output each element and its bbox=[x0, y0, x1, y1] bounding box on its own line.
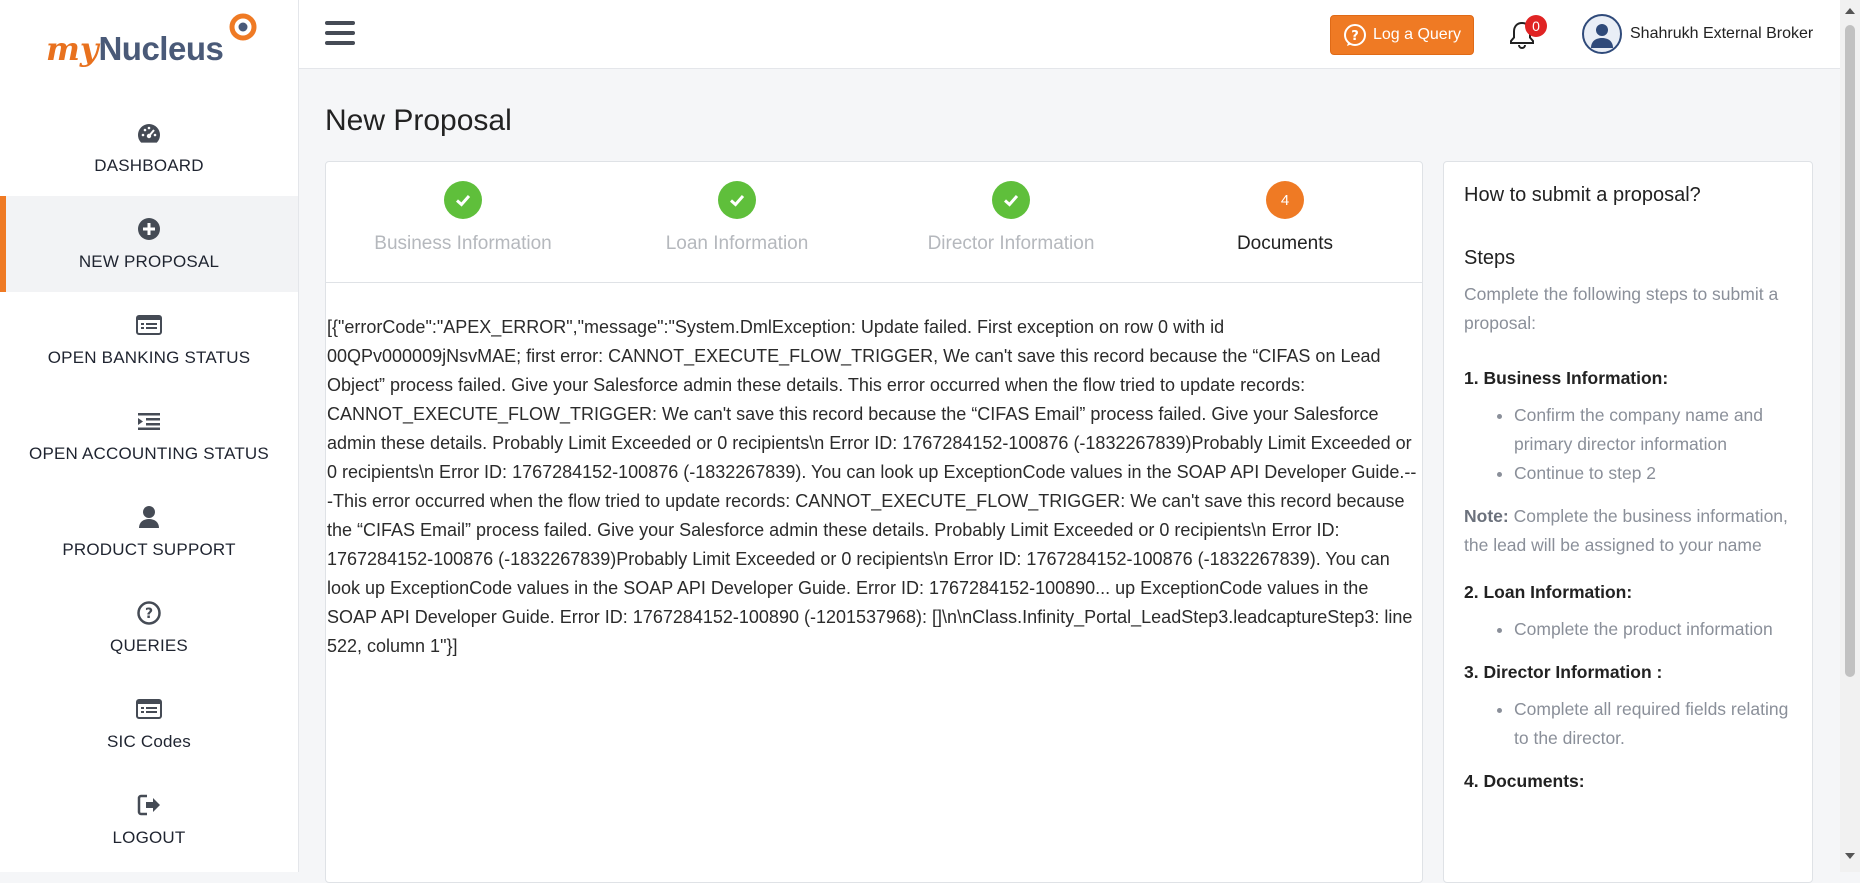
sidebar-item-label: NEW PROPOSAL bbox=[78, 252, 220, 271]
step-documents[interactable]: 4 Documents bbox=[1148, 181, 1422, 255]
scroll-down-icon[interactable] bbox=[1845, 853, 1855, 859]
step-label: Loan Information bbox=[665, 233, 809, 254]
sidebar-item-dashboard[interactable]: DASHBOARD bbox=[0, 100, 298, 196]
log-query-button[interactable]: ? Log a Query bbox=[1330, 15, 1474, 55]
help-content: Complete the following steps to submit a… bbox=[1464, 280, 1794, 804]
sidebar-item-sic-codes[interactable]: SIC Codes bbox=[0, 676, 298, 772]
sidebar-item-logout[interactable]: LOGOUT bbox=[0, 772, 298, 868]
step-complete-icon bbox=[444, 181, 482, 219]
page-title: New Proposal bbox=[325, 104, 512, 137]
step-loan-information[interactable]: Loan Information bbox=[600, 181, 874, 255]
dashboard-icon bbox=[136, 120, 162, 146]
sidebar-item-label: PRODUCT SUPPORT bbox=[62, 540, 236, 559]
help-bullet-list: Confirm the company name and primary dir… bbox=[1464, 401, 1794, 488]
sidebar-item-label: DASHBOARD bbox=[94, 156, 204, 175]
sidebar-item-label: LOGOUT bbox=[112, 828, 186, 847]
scrollbar-thumb[interactable] bbox=[1845, 25, 1855, 677]
sidebar-item-open-banking-status[interactable]: OPEN BANKING STATUS bbox=[0, 292, 298, 388]
help-title: How to submit a proposal? bbox=[1464, 184, 1701, 206]
sidebar-item-label: OPEN ACCOUNTING STATUS bbox=[29, 444, 269, 463]
step-label: Documents bbox=[1236, 233, 1334, 254]
question-bubble-icon: ? bbox=[1343, 24, 1366, 46]
help-section-heading: 2. Loan Information: bbox=[1464, 582, 1633, 602]
user-name: Shahrukh External Broker bbox=[1630, 25, 1814, 42]
help-section-heading: 1. Business Information: bbox=[1464, 368, 1669, 388]
log-query-label: Log a Query bbox=[1372, 26, 1462, 43]
user-icon bbox=[136, 504, 162, 530]
notification-count-badge: 0 bbox=[1525, 15, 1547, 37]
help-panel: How to submit a proposal? Steps Complete… bbox=[1443, 161, 1813, 883]
sign-out-icon bbox=[136, 792, 162, 818]
step-business-information[interactable]: Business Information bbox=[326, 181, 600, 255]
question-circle-icon: ? bbox=[136, 600, 162, 626]
step-label: Business Information bbox=[374, 233, 552, 254]
app-logo[interactable]: myNucleus bbox=[46, 12, 266, 68]
help-bullet: Continue to step 2 bbox=[1514, 459, 1794, 488]
user-avatar-icon bbox=[1591, 24, 1613, 48]
help-steps-heading: Steps bbox=[1464, 247, 1516, 269]
help-section-heading: 4. Documents: bbox=[1464, 771, 1585, 791]
page-scrollbar[interactable] bbox=[1840, 0, 1860, 872]
sidebar-item-label: QUERIES bbox=[110, 636, 188, 655]
svg-text:?: ? bbox=[1351, 29, 1359, 44]
user-menu[interactable]: Shahrukh External Broker bbox=[1582, 14, 1813, 54]
help-bullet: Confirm the company name and primary dir… bbox=[1514, 401, 1794, 459]
stepper: Business Information Loan Information Di… bbox=[326, 162, 1422, 283]
menu-toggle-icon[interactable] bbox=[325, 21, 355, 47]
step-number: 4 bbox=[1266, 181, 1304, 219]
sidebar-item-label: SIC Codes bbox=[106, 732, 191, 751]
help-bullet: Complete the product information bbox=[1514, 615, 1794, 644]
help-note: Note: Complete the business information,… bbox=[1464, 506, 1788, 555]
logo-mark-icon bbox=[229, 13, 257, 41]
help-bullet-list: Complete the product information bbox=[1464, 615, 1794, 644]
top-bar: ? Log a Query 0 Shahrukh External Broker bbox=[299, 0, 1840, 69]
help-bullet: Complete all required fields relating to… bbox=[1514, 695, 1794, 753]
plus-circle-icon bbox=[136, 216, 162, 242]
step-director-information[interactable]: Director Information bbox=[874, 181, 1148, 255]
list-card-icon bbox=[136, 696, 162, 722]
help-intro: Complete the following steps to submit a… bbox=[1464, 284, 1779, 333]
logo-wordmark: myNucleus bbox=[46, 30, 224, 68]
sidebar-item-label: OPEN BANKING STATUS bbox=[47, 348, 251, 367]
help-section-heading: 3. Director Information : bbox=[1464, 662, 1663, 682]
list-card-icon bbox=[136, 312, 162, 338]
scroll-up-icon[interactable] bbox=[1845, 8, 1855, 14]
sidebar-item-open-accounting-status[interactable]: OPEN ACCOUNTING STATUS bbox=[0, 388, 298, 484]
sidebar-item-product-support[interactable]: PRODUCT SUPPORT bbox=[0, 484, 298, 580]
error-message: [{"errorCode":"APEX_ERROR","message":"Sy… bbox=[327, 317, 1417, 656]
step-label: Director Information bbox=[927, 233, 1095, 254]
step-complete-icon bbox=[718, 181, 756, 219]
help-bullet-list: Complete all required fields relating to… bbox=[1464, 695, 1794, 753]
avatar bbox=[1582, 14, 1622, 54]
indent-icon bbox=[136, 408, 162, 434]
svg-text:?: ? bbox=[145, 606, 153, 622]
sidebar-item-queries[interactable]: ? QUERIES bbox=[0, 580, 298, 676]
sidebar: myNucleus DASHBOARD NEW PROPOSAL OPEN BA… bbox=[0, 0, 299, 872]
sidebar-item-new-proposal[interactable]: NEW PROPOSAL bbox=[0, 196, 298, 292]
proposal-card: Business Information Loan Information Di… bbox=[325, 161, 1423, 883]
step-complete-icon bbox=[992, 181, 1030, 219]
